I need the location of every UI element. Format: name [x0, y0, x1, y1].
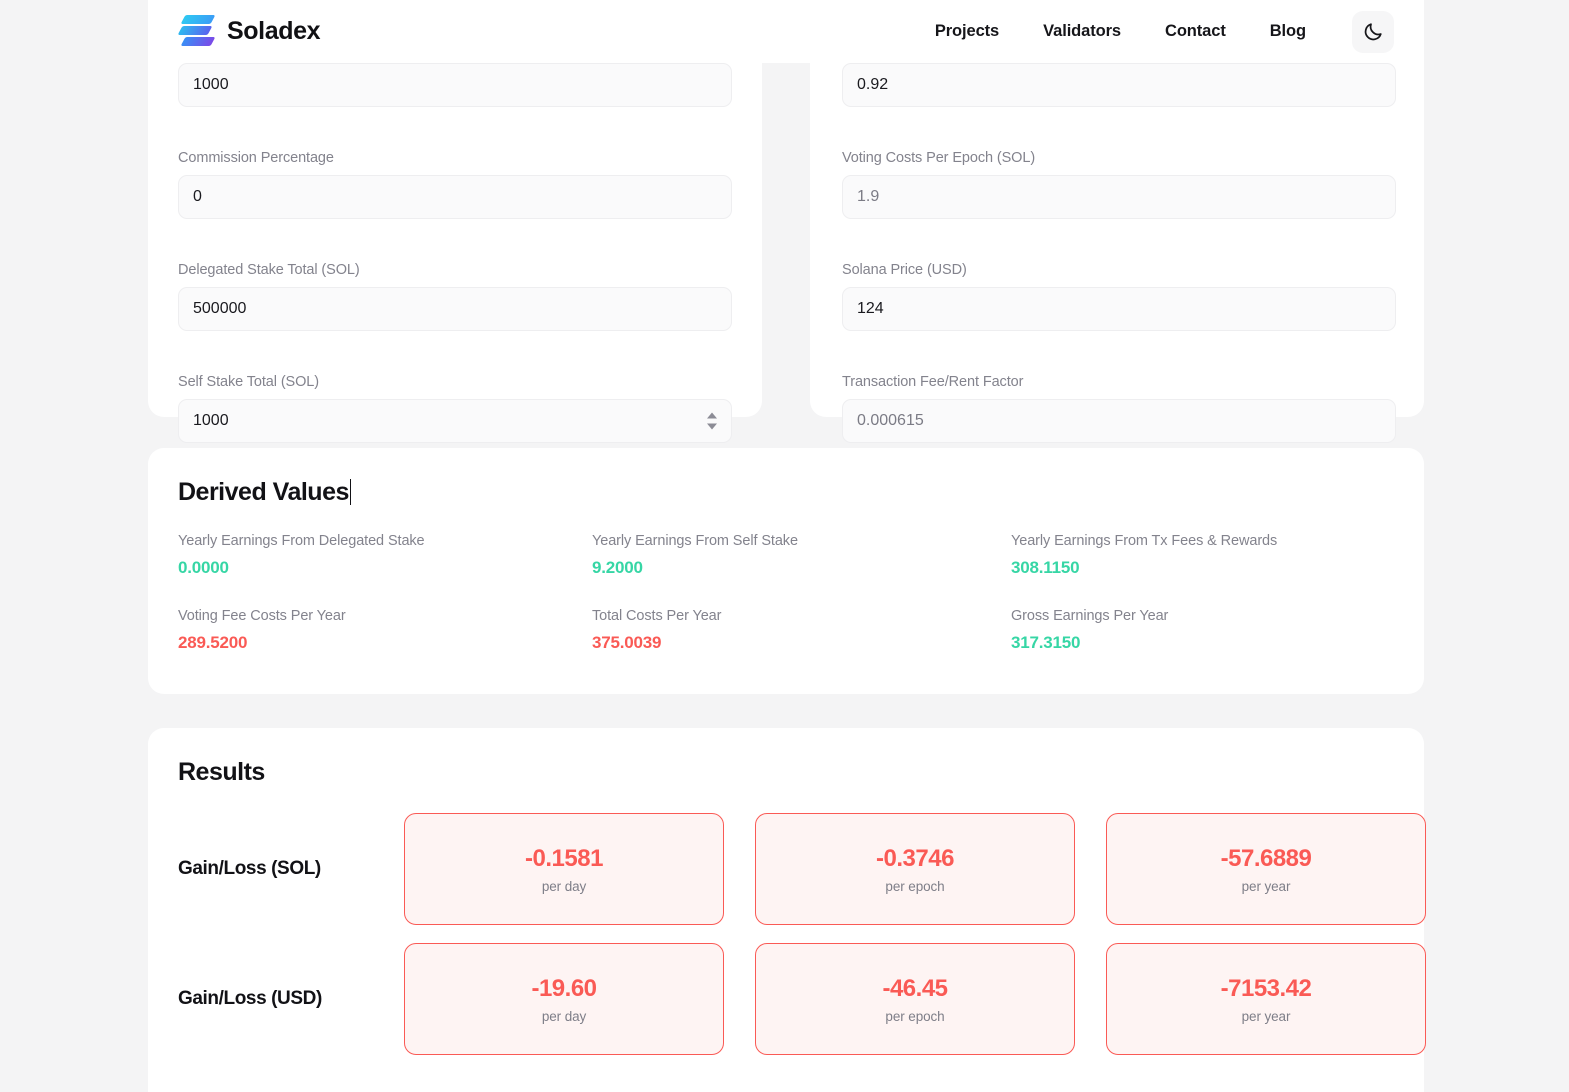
derived-value-item: Yearly Earnings From Delegated Stake 0.00… — [178, 533, 592, 578]
derived-value-label: Voting Fee Costs Per Year — [178, 608, 592, 624]
input-field: Commission Percentage 0 — [178, 150, 732, 219]
derived-values-grid: Yearly Earnings From Delegated Stake 0.00… — [178, 533, 1394, 653]
input-value: 1.9 — [857, 188, 879, 206]
results-row-label: Gain/Loss (USD) — [178, 988, 373, 1010]
result-metric-box: -7153.42 per year — [1106, 943, 1426, 1055]
derived-value-label: Yearly Earnings From Self Stake — [592, 533, 1011, 549]
result-period: per year — [1242, 1009, 1291, 1024]
derived-value-item: Gross Earnings Per Year 317.3150 — [1011, 608, 1394, 653]
result-value: -7153.42 — [1221, 975, 1312, 1003]
result-metric-box: -46.45 per epoch — [755, 943, 1075, 1055]
derived-value-amount: 317.3150 — [1011, 633, 1394, 653]
result-metric-box: -57.6889 per year — [1106, 813, 1426, 925]
nav-link-projects[interactable]: Projects — [913, 14, 1021, 49]
text-input[interactable]: 1.9 — [842, 175, 1396, 219]
derived-value-amount: 0.0000 — [178, 558, 592, 578]
results-heading: Results — [178, 758, 265, 787]
moon-icon[interactable] — [1352, 11, 1394, 53]
spacer — [178, 219, 732, 262]
text-input[interactable]: 1000 — [178, 399, 732, 443]
nav-link-blog[interactable]: Blog — [1248, 14, 1328, 49]
input-value: 0 — [193, 188, 202, 206]
result-metric-box: -19.60 per day — [404, 943, 724, 1055]
result-value: -46.45 — [882, 975, 947, 1003]
input-field: Voting Costs Per Epoch (SOL) 1.9 — [842, 150, 1396, 219]
input-label: Solana Price (USD) — [842, 262, 1396, 278]
result-period: per day — [542, 879, 586, 894]
soladex-logo-icon — [178, 13, 214, 51]
result-value: -0.1581 — [525, 845, 603, 873]
derived-value-item: Yearly Earnings From Tx Fees & Rewards 30… — [1011, 533, 1394, 578]
stepper-down-icon[interactable] — [707, 424, 717, 430]
brand[interactable]: Soladex — [178, 13, 320, 51]
result-period: per epoch — [885, 1009, 944, 1024]
text-input[interactable]: 124 — [842, 287, 1396, 331]
number-stepper[interactable] — [707, 413, 717, 430]
derived-value-label: Total Costs Per Year — [592, 608, 1011, 624]
derived-values-heading: Derived Values — [178, 478, 351, 507]
result-period: per day — [542, 1009, 586, 1024]
stepper-up-icon[interactable] — [707, 413, 717, 419]
spacer — [178, 331, 732, 374]
spacer — [842, 331, 1396, 374]
text-input[interactable]: 500000 — [178, 287, 732, 331]
input-label: Delegated Stake Total (SOL) — [178, 262, 732, 278]
results-card: Results Gain/Loss (SOL)-0.1581per day-0.… — [148, 728, 1424, 1092]
input-value: 500000 — [193, 300, 246, 318]
input-label: Transaction Fee/Rent Factor — [842, 374, 1396, 390]
derived-value-amount: 289.5200 — [178, 633, 592, 653]
derived-value-item: Yearly Earnings From Self Stake 9.2000 — [592, 533, 1011, 578]
results-row-label: Gain/Loss (SOL) — [178, 858, 373, 880]
nav-link-contact[interactable]: Contact — [1143, 14, 1248, 49]
input-value: 1000 — [193, 412, 229, 430]
input-label: Voting Costs Per Epoch (SOL) — [842, 150, 1396, 166]
derived-value-amount: 308.1150 — [1011, 558, 1394, 578]
derived-value-amount: 9.2000 — [592, 558, 1011, 578]
input-value: 124 — [857, 300, 884, 318]
input-field: Solana Price (USD) 124 — [842, 262, 1396, 331]
derived-value-label: Yearly Earnings From Tx Fees & Rewards — [1011, 533, 1394, 549]
results-title: Results — [178, 758, 265, 787]
derived-values-title: Derived Values — [178, 478, 349, 507]
result-metric-box: -0.3746 per epoch — [755, 813, 1075, 925]
spacer — [842, 107, 1396, 150]
derived-value-label: Gross Earnings Per Year — [1011, 608, 1394, 624]
input-field: Self Stake Total (SOL) 1000 — [178, 374, 732, 443]
result-period: per year — [1242, 879, 1291, 894]
left-field-stack: 1000 Commission Percentage 0 Delegated Stak… — [178, 63, 732, 443]
input-field: Delegated Stake Total (SOL) 500000 — [178, 262, 732, 331]
derived-value-label: Yearly Earnings From Delegated Stake — [178, 533, 592, 549]
site-header: Soladex ProjectsValidatorsContactBlog — [148, 0, 1424, 63]
result-value: -0.3746 — [876, 845, 954, 873]
input-value: 0.92 — [857, 76, 888, 94]
brand-name: Soladex — [227, 17, 320, 46]
input-label: Self Stake Total (SOL) — [178, 374, 732, 390]
main-navigation: ProjectsValidatorsContactBlog — [913, 11, 1394, 53]
right-field-stack: 0.92 Voting Costs Per Epoch (SOL) 1.9 Solan… — [842, 63, 1396, 443]
derived-value-item: Voting Fee Costs Per Year 289.5200 — [178, 608, 592, 653]
result-metric-box: -0.1581 per day — [404, 813, 724, 925]
input-field: 0.92 — [842, 63, 1396, 107]
nav-link-validators[interactable]: Validators — [1021, 14, 1143, 49]
input-label: Commission Percentage — [178, 150, 732, 166]
input-field: 1000 — [178, 63, 732, 107]
result-period: per epoch — [885, 879, 944, 894]
text-input[interactable]: 0 — [178, 175, 732, 219]
derived-value-item: Total Costs Per Year 375.0039 — [592, 608, 1011, 653]
input-field: Transaction Fee/Rent Factor 0.000615 — [842, 374, 1396, 443]
spacer — [178, 107, 732, 150]
input-value: 0.000615 — [857, 412, 924, 430]
spacer — [842, 219, 1396, 262]
derived-value-amount: 375.0039 — [592, 633, 1011, 653]
results-grid: Gain/Loss (SOL) -0.1581 per day -0.3746 per … — [178, 813, 1394, 1055]
text-input[interactable]: 1000 — [178, 63, 732, 107]
result-value: -57.6889 — [1221, 845, 1312, 873]
result-value: -19.60 — [531, 975, 596, 1003]
derived-values-card: Derived Values Yearly Earnings From Dele… — [148, 448, 1424, 694]
text-input[interactable]: 0.92 — [842, 63, 1396, 107]
text-caret — [350, 479, 352, 505]
text-input[interactable]: 0.000615 — [842, 399, 1396, 443]
input-value: 1000 — [193, 76, 229, 94]
